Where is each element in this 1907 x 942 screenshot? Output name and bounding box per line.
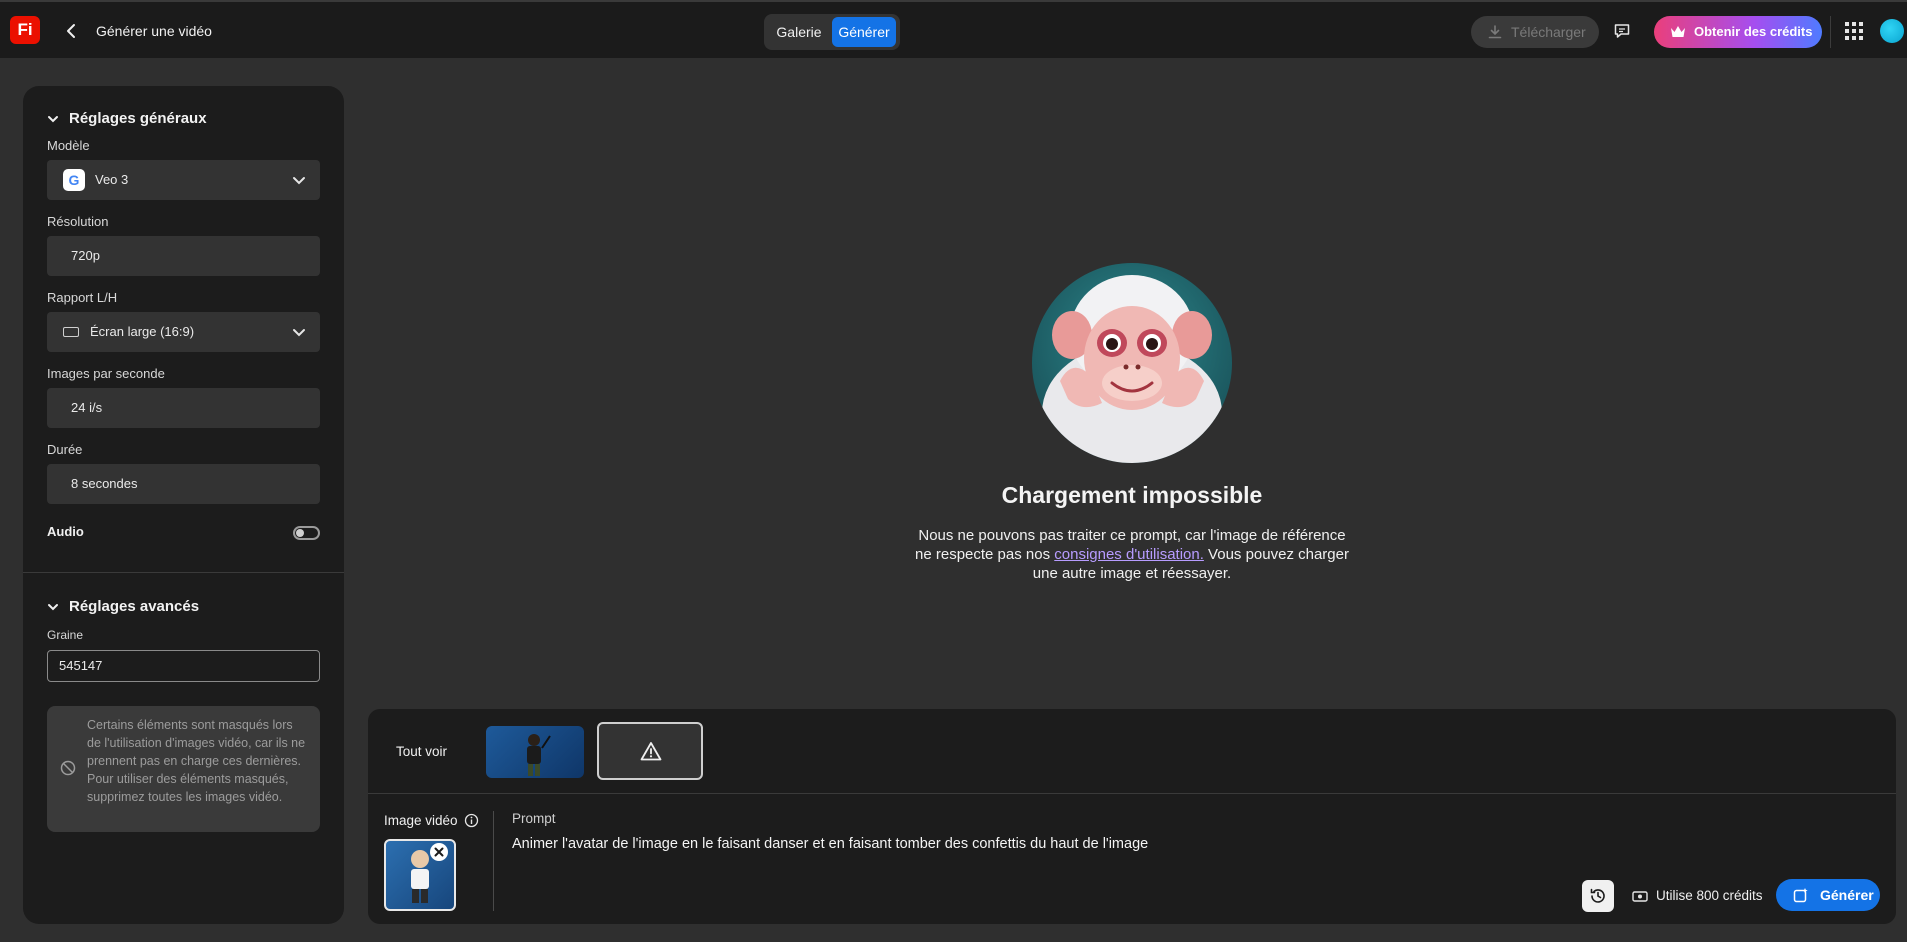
fps-value: 24 i/s — [71, 400, 103, 415]
widescreen-icon — [63, 327, 79, 337]
audio-toggle[interactable] — [293, 526, 320, 540]
top-bar: Fi Générer une vidéo Galerie Générer Tél… — [0, 0, 1907, 58]
see-all-link[interactable]: Tout voir — [396, 744, 447, 759]
back-arrow-icon[interactable] — [62, 21, 82, 41]
prompt-input[interactable]: Animer l'avatar de l'image en le faisant… — [512, 836, 1148, 852]
seed-label: Graine — [47, 628, 84, 642]
tab-galerie[interactable]: Galerie — [768, 17, 830, 47]
settings-panel: Réglages généraux Modèle G Veo 3 Résolut… — [23, 86, 344, 924]
google-icon: G — [63, 169, 85, 191]
general-settings-header[interactable]: Réglages généraux — [47, 110, 207, 127]
history-thumbnail[interactable] — [486, 726, 584, 778]
ratio-select[interactable]: Écran large (16:9) — [47, 312, 320, 352]
crown-icon — [1671, 26, 1685, 37]
tab-generer[interactable]: Générer — [832, 17, 896, 47]
ratio-label: Rapport L/H — [47, 290, 118, 305]
hidden-elements-note: Certains éléments sont masqués lors de l… — [47, 706, 320, 832]
note-text: Certains éléments sont masqués lors de l… — [87, 718, 306, 804]
prohibited-icon — [60, 760, 76, 776]
chevron-down-icon — [293, 329, 305, 337]
error-title: Chargement impossible — [1001, 482, 1263, 508]
generate-button[interactable]: Générer — [1776, 879, 1880, 911]
user-avatar[interactable] — [1880, 19, 1904, 43]
prompt-composer: Tout voir Image vidéo Prompt Animer l'av… — [368, 709, 1896, 924]
resolution-value: 720p — [71, 248, 100, 263]
resolution-field[interactable]: 720p — [47, 236, 320, 276]
get-credits-label: Obtenir des crédits — [1694, 24, 1813, 39]
get-credits-button[interactable]: Obtenir des crédits — [1654, 16, 1822, 48]
usage-guidelines-link[interactable]: consignes d'utilisation. — [1054, 546, 1204, 563]
error-illustration — [1032, 263, 1232, 463]
resolution-label: Résolution — [47, 214, 109, 229]
download-label: Télécharger — [1511, 24, 1586, 40]
composer-vertical-divider — [493, 811, 494, 911]
chevron-down-icon — [48, 603, 58, 610]
video-image-label: Image vidéo — [384, 813, 458, 828]
info-icon[interactable] — [464, 813, 479, 828]
credit-cost: Utilise 800 crédits — [1632, 888, 1763, 903]
chevron-down-icon — [293, 177, 305, 185]
composer-divider — [368, 793, 1896, 794]
download-icon — [1488, 25, 1502, 39]
audio-label: Audio — [47, 524, 84, 539]
header-divider — [1830, 16, 1831, 48]
model-value: Veo 3 — [95, 172, 129, 187]
ratio-value: Écran large (16:9) — [90, 324, 195, 339]
advanced-settings-title: Réglages avancés — [69, 598, 200, 615]
video-image-label-group: Image vidéo — [384, 813, 479, 828]
model-select[interactable]: G Veo 3 — [47, 160, 320, 200]
generate-label: Générer — [1820, 887, 1874, 903]
error-message: Nous ne pouvons pas traiter ce prompt, c… — [912, 526, 1352, 583]
failed-thumbnail[interactable] — [597, 722, 703, 780]
history-button[interactable] — [1582, 880, 1614, 912]
panel-divider — [23, 572, 344, 573]
prompt-label: Prompt — [512, 811, 556, 826]
page-title: Générer une vidéo — [96, 23, 212, 39]
apps-grid-icon[interactable] — [1845, 22, 1863, 40]
duration-value: 8 secondes — [71, 476, 138, 491]
fps-field[interactable]: 24 i/s — [47, 388, 320, 428]
history-icon — [1590, 888, 1605, 903]
svg-text:G: G — [69, 172, 80, 188]
duration-label: Durée — [47, 442, 83, 457]
general-settings-title: Réglages généraux — [69, 110, 207, 127]
view-switcher: Galerie Générer — [764, 14, 900, 50]
chevron-down-icon — [48, 115, 58, 122]
generate-icon — [1793, 888, 1808, 903]
warning-icon — [640, 742, 662, 761]
duration-field[interactable]: 8 secondes — [47, 464, 320, 504]
credit-cost-label: Utilise 800 crédits — [1656, 888, 1763, 903]
close-icon — [434, 847, 444, 857]
remove-image-button[interactable] — [430, 843, 448, 861]
download-button[interactable]: Télécharger — [1471, 16, 1599, 48]
app-logo[interactable]: Fi — [10, 16, 40, 44]
seed-input[interactable]: 545147 — [47, 650, 320, 682]
credits-icon — [1632, 890, 1648, 902]
model-label: Modèle — [47, 138, 90, 153]
feedback-icon[interactable] — [1612, 21, 1632, 41]
fps-label: Images par seconde — [47, 366, 165, 381]
advanced-settings-header[interactable]: Réglages avancés — [47, 598, 199, 615]
